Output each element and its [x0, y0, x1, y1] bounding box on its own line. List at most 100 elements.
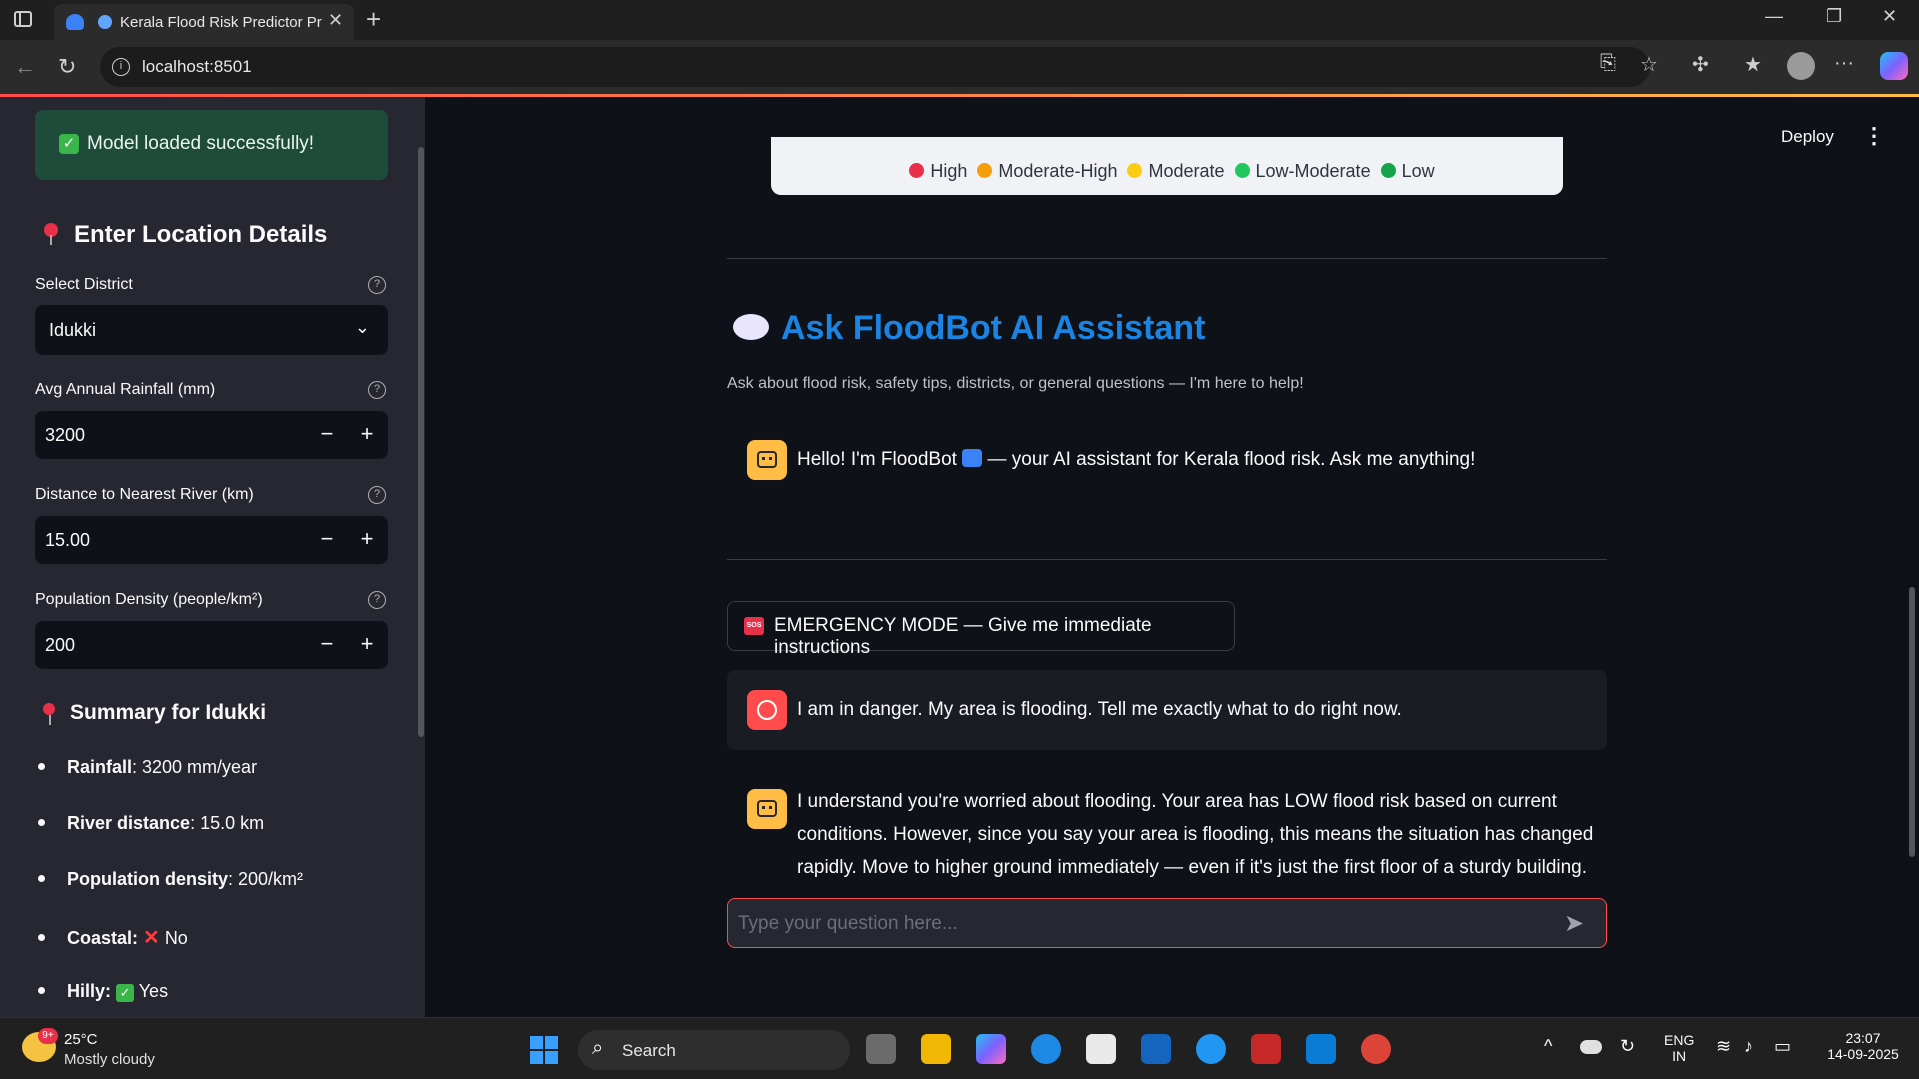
extensions-icon[interactable]: ✣ — [1692, 52, 1709, 77]
increment-button[interactable]: + — [347, 629, 387, 661]
chat-input-box[interactable]: ➤ — [727, 898, 1607, 948]
user-avatar — [747, 690, 787, 730]
chrome-icon[interactable] — [1361, 1034, 1391, 1064]
close-tab-icon[interactable]: ✕ — [328, 10, 343, 31]
location-heading: Enter Location Details — [74, 221, 328, 248]
weather-temperature[interactable]: 25°C — [64, 1031, 98, 1048]
onedrive-icon[interactable] — [1580, 1040, 1602, 1054]
bot-reply: I understand you're worried about floodi… — [727, 773, 1607, 885]
copilot-app-icon[interactable] — [976, 1034, 1006, 1064]
task-view-icon[interactable] — [866, 1034, 896, 1064]
close-window-icon[interactable]: ✕ — [1882, 6, 1897, 27]
profile-avatar[interactable] — [1787, 52, 1815, 80]
sos-icon: SOS — [744, 617, 764, 635]
decrement-button[interactable]: − — [307, 629, 347, 661]
tab-title: Kerala Flood Risk Predictor Pr — [120, 14, 322, 31]
send-icon[interactable]: ➤ — [1564, 909, 1584, 938]
back-icon[interactable]: ← — [14, 54, 36, 80]
more-menu-icon[interactable]: ··· — [1834, 52, 1854, 75]
windows-start-icon[interactable] — [530, 1036, 558, 1064]
deploy-button[interactable]: Deploy — [1781, 127, 1834, 147]
rainfall-value[interactable]: 3200 — [45, 425, 85, 446]
url-field[interactable]: i localhost:8501 — [100, 47, 1650, 87]
population-input[interactable]: 200 − + — [35, 621, 388, 669]
main-scrollbar[interactable] — [1909, 587, 1915, 857]
district-value: Idukki — [49, 320, 97, 340]
chevron-down-icon: ⌄ — [354, 317, 370, 337]
wifi-icon[interactable]: ≋ — [1716, 1036, 1731, 1057]
main-menu-icon[interactable]: ⋮ — [1863, 123, 1885, 149]
success-alert: ✓ Model loaded successfully! — [35, 110, 388, 180]
sidebar-toggle-icon[interactable] — [14, 11, 32, 27]
help-icon[interactable]: ? — [368, 486, 386, 504]
summary-hilly: Hilly: ✓ Yes — [38, 981, 168, 1002]
legend-dot-4 — [1380, 163, 1396, 178]
file-explorer-icon[interactable] — [921, 1034, 951, 1064]
cross-icon: ✕ — [143, 927, 160, 949]
decrement-button[interactable]: − — [307, 524, 347, 556]
weather-description[interactable]: Mostly cloudy — [64, 1051, 155, 1068]
taskbar-search[interactable]: ⌕ Search — [578, 1030, 850, 1070]
clock[interactable]: 23:07 14-09-2025 — [1818, 1030, 1908, 1062]
population-value[interactable]: 200 — [45, 635, 75, 656]
summary-heading: Summary for Idukki — [70, 701, 267, 724]
help-icon[interactable]: ? — [368, 276, 386, 294]
legend-dot-2 — [1127, 163, 1143, 178]
chat-subtitle: Ask about flood risk, safety tips, distr… — [727, 375, 1304, 392]
river-distance-value[interactable]: 15.00 — [45, 530, 90, 551]
language-indicator[interactable]: ENG IN — [1664, 1032, 1694, 1064]
battery-icon[interactable]: ▭ — [1774, 1036, 1791, 1057]
restore-icon[interactable]: ❐ — [1826, 6, 1842, 27]
volume-icon[interactable]: ♪ — [1744, 1036, 1753, 1057]
taskbar: 9+ 25°C Mostly cloudy ⌕ Search ^ ↻ ENG IN… — [0, 1017, 1919, 1079]
myhp-icon[interactable] — [1141, 1034, 1171, 1064]
browser-tab[interactable]: Kerala Flood Risk Predictor Pr ✕ — [54, 4, 354, 40]
legend-label: High — [930, 161, 968, 181]
mcafee-icon[interactable] — [1251, 1034, 1281, 1064]
bot-avatar — [747, 440, 787, 480]
minimize-icon[interactable]: — — [1765, 6, 1783, 27]
success-message: Model loaded successfully! — [87, 133, 315, 154]
robot-icon — [757, 451, 777, 468]
store-icon[interactable] — [1086, 1034, 1116, 1064]
browser-tab-bar: Kerala Flood Risk Predictor Pr ✕ + — ❐ ✕ — [0, 0, 1919, 40]
url-text: localhost:8501 — [142, 57, 252, 76]
tray-overflow-icon[interactable]: ^ — [1544, 1036, 1552, 1057]
sidebar-scrollbar[interactable] — [418, 147, 424, 737]
search-icon: ⌕ — [592, 1037, 604, 1059]
bot-greeting: Hello! I'm FloodBot — your AI assistant … — [797, 449, 1476, 470]
search-label: Search — [622, 1041, 676, 1060]
favorites-icon[interactable]: ★ — [1744, 52, 1762, 77]
increment-button[interactable]: + — [347, 419, 387, 451]
increment-button[interactable]: + — [347, 524, 387, 556]
sync-icon[interactable]: ↻ — [1620, 1036, 1635, 1057]
read-aloud-icon[interactable]: ⎘ — [1600, 52, 1616, 75]
pin-icon — [44, 223, 58, 245]
legend-label: Low-Moderate — [1255, 161, 1371, 181]
wave-icon — [962, 449, 983, 467]
site-info-icon[interactable]: i — [112, 58, 130, 76]
help-icon[interactable]: ? — [368, 591, 386, 609]
legend-label: Low — [1401, 161, 1435, 181]
emergency-mode-button[interactable]: SOS EMERGENCY MODE — Give me immediate i… — [727, 601, 1235, 658]
chat-input[interactable] — [738, 909, 1538, 939]
help-icon[interactable]: ? — [368, 381, 386, 399]
district-label: Select District — [35, 276, 133, 293]
rainfall-input[interactable]: 3200 − + — [35, 411, 388, 459]
reload-icon[interactable]: ↻ — [58, 54, 76, 80]
summary-river-distance: River distance: 15.0 km — [38, 813, 264, 834]
decrement-button[interactable]: − — [307, 419, 347, 451]
district-select[interactable]: Idukki ⌄ — [35, 305, 388, 355]
user-face-icon — [757, 700, 777, 720]
emergency-mode-label: EMERGENCY MODE — Give me immediate instr… — [774, 615, 1152, 658]
help-app-icon[interactable] — [1196, 1034, 1226, 1064]
streamlit-favicon-icon — [98, 15, 112, 29]
legend-dot-1 — [977, 163, 993, 178]
copilot-icon[interactable] — [1880, 52, 1908, 80]
sidebar: ✓ Model loaded successfully! Enter Locat… — [0, 97, 425, 1017]
new-tab-icon[interactable]: + — [366, 4, 381, 35]
edge-app-icon[interactable] — [1031, 1034, 1061, 1064]
favorite-star-icon[interactable]: ☆ — [1640, 52, 1658, 77]
vscode-icon[interactable] — [1306, 1034, 1336, 1064]
river-distance-input[interactable]: 15.00 − + — [35, 516, 388, 564]
